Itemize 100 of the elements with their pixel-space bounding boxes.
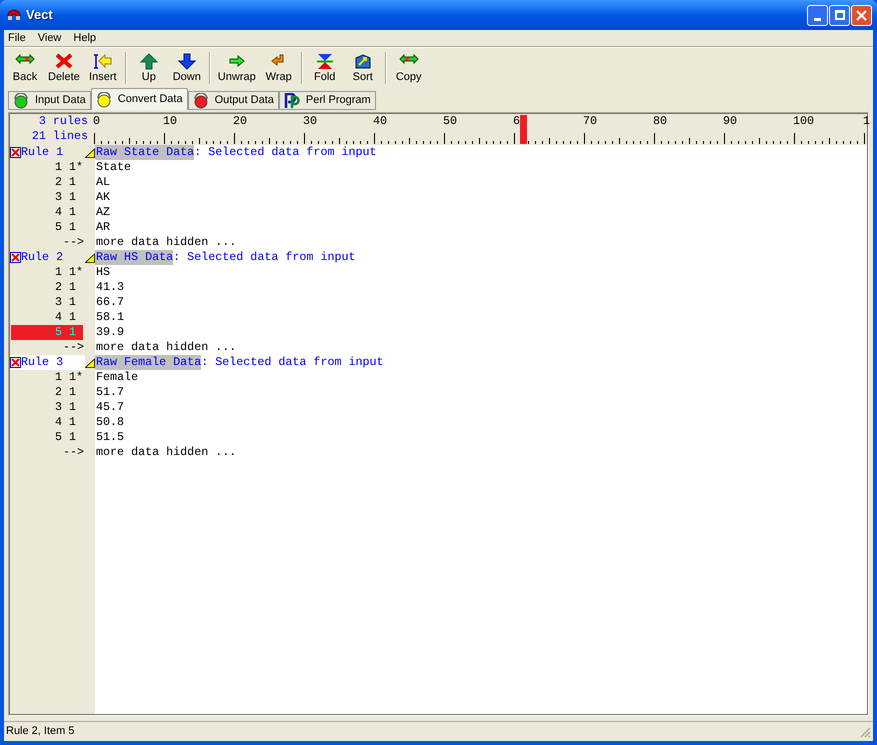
ruler-label: 80 (653, 114, 668, 129)
arrow-marker: --> (62, 340, 84, 355)
ruler-label: 20 (233, 114, 248, 129)
delete-rule-icon[interactable] (10, 252, 21, 263)
rule-label[interactable]: Rule 2 (10, 250, 85, 265)
tab[interactable]: Input Data (8, 91, 91, 110)
item-number[interactable]: 3 1 (11, 190, 83, 205)
arrow-marker: --> (62, 445, 84, 460)
ruler-label: 90 (723, 114, 738, 129)
item-number[interactable]: 2 1 (11, 175, 83, 190)
toolbar-button[interactable]: Insert (84, 50, 122, 86)
rule-label[interactable]: Rule 1 (10, 145, 85, 160)
item-number[interactable]: 1 1* (11, 265, 83, 280)
item-number[interactable]: 4 1 (11, 310, 83, 325)
item-number[interactable]: 3 1 (11, 400, 83, 415)
menu-item[interactable]: Help (73, 30, 96, 46)
item-value: 41.3 (95, 280, 124, 295)
item-number[interactable]: 5 1 (11, 220, 83, 235)
rule-description: : Selected data from input (173, 250, 356, 265)
minimize-button[interactable] (807, 4, 828, 26)
item-number[interactable]: 1 1* (11, 160, 83, 175)
round-light-icon (192, 92, 209, 108)
ruler-label: 0 (93, 114, 100, 129)
tab[interactable]: Perl Program (278, 91, 376, 110)
corner-triangle-icon[interactable] (85, 358, 95, 368)
rule-label[interactable]: Rule 3 (10, 355, 85, 370)
resize-grip-icon (859, 726, 871, 738)
toolbar-button[interactable]: Up (130, 50, 168, 86)
item-value: 50.8 (95, 415, 124, 430)
toolbar-button[interactable]: Sort (344, 50, 382, 86)
ruler-label: 30 (303, 114, 318, 129)
item-value: Female (95, 370, 138, 385)
hidden-data-note[interactable]: more data hidden ... (95, 340, 236, 355)
menu-item[interactable]: View (38, 30, 62, 46)
pp-logo-icon (284, 92, 300, 108)
ruler-label: 40 (373, 114, 388, 129)
ruler-label: 10 (163, 114, 178, 129)
item-number[interactable]: 1 1* (11, 370, 83, 385)
item-value: 51.5 (95, 430, 124, 445)
toolbar-button[interactable]: Unwrap (214, 50, 260, 86)
rule-title[interactable]: Raw Female Data (95, 355, 202, 370)
item-number[interactable]: 2 1 (11, 280, 83, 295)
round-light-icon (96, 92, 112, 108)
ruler-label: 100 (793, 114, 814, 129)
arrow-marker: --> (62, 235, 84, 250)
item-number[interactable]: 2 1 (11, 385, 83, 400)
item-number[interactable]: 5 1 (11, 430, 83, 445)
round-light-icon (13, 92, 29, 108)
ruler-label: 1 (863, 114, 870, 129)
ruler-label: 50 (443, 114, 458, 129)
close-button[interactable] (851, 4, 872, 26)
toolbar-button[interactable]: Wrap (260, 50, 298, 86)
up-arrow-icon (138, 52, 159, 70)
corner-triangle-icon[interactable] (85, 252, 95, 262)
delete-rule-icon[interactable] (10, 147, 21, 158)
toolbar-button[interactable]: Back (6, 50, 44, 86)
item-value: 58.1 (95, 310, 124, 325)
rule-title[interactable]: Raw State Data (95, 145, 194, 160)
maximize-button[interactable] (829, 4, 850, 26)
toolbar-button[interactable]: Fold (306, 50, 344, 86)
magnet-icon (5, 7, 23, 23)
item-value: AR (95, 220, 110, 235)
right-arrow-icon (226, 52, 247, 70)
down-arrow-icon (176, 52, 197, 70)
ruler-label: 70 (583, 114, 598, 129)
item-value: HS (95, 265, 110, 280)
line-count: 21 lines (32, 129, 88, 144)
sort-icon (352, 52, 373, 70)
toolbar-button[interactable]: Copy (390, 50, 428, 86)
tab[interactable]: Output Data (188, 91, 279, 110)
hidden-data-note[interactable]: more data hidden ... (95, 445, 236, 460)
corner-triangle-icon[interactable] (85, 148, 95, 158)
rule-description: : Selected data from input (201, 355, 384, 370)
item-value: 45.7 (95, 400, 124, 415)
item-value: AZ (95, 205, 110, 220)
item-value: 39.9 (95, 325, 124, 340)
close-icon (856, 10, 867, 20)
item-value: 51.7 (95, 385, 124, 400)
tab[interactable]: Convert Data (90, 88, 188, 110)
item-number[interactable]: 4 1 (11, 205, 83, 220)
item-number[interactable]: 4 1 (11, 415, 83, 430)
toolbar-button[interactable]: Down (168, 50, 206, 86)
item-value: AK (95, 190, 110, 205)
delete-rule-icon[interactable] (10, 357, 21, 368)
item-value: State (95, 160, 132, 175)
rule-count: 3 rules (38, 114, 88, 129)
delete-icon (54, 52, 74, 70)
toolbar-button[interactable]: Delete (44, 50, 84, 86)
menu-item[interactable]: File (8, 30, 26, 46)
fold-icon (314, 52, 335, 70)
window-title: Vect (26, 6, 53, 24)
rule-description: : Selected data from input (194, 145, 377, 160)
item-number[interactable]: 3 1 (11, 295, 83, 310)
hidden-data-note[interactable]: more data hidden ... (95, 235, 236, 250)
item-value: AL (95, 175, 110, 190)
ruler-label: 6 (513, 114, 520, 129)
insert-icon (92, 52, 113, 70)
item-value: 66.7 (95, 295, 124, 310)
status-text: Rule 2, Item 5 (6, 724, 74, 740)
rule-title[interactable]: Raw HS Data (95, 250, 174, 265)
